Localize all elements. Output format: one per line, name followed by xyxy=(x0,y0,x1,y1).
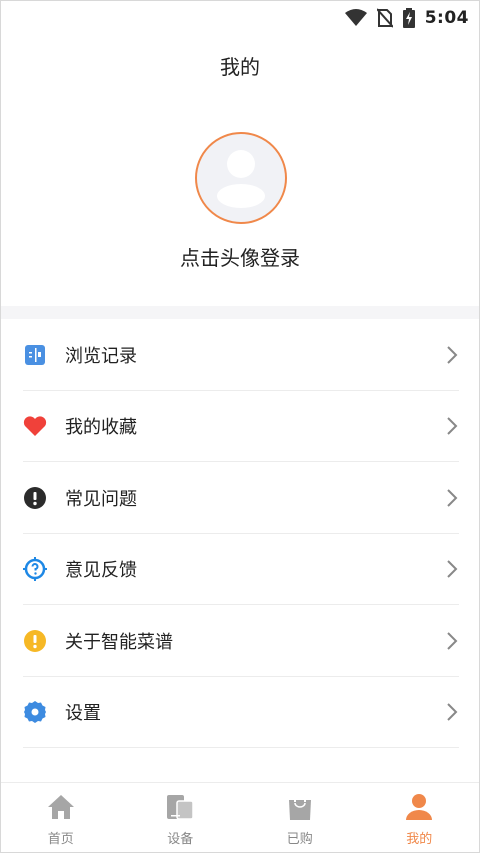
chevron-right-icon xyxy=(447,346,458,364)
menu-item-label: 关于智能菜谱 xyxy=(65,631,173,653)
tab-devices[interactable]: 设备 xyxy=(121,783,241,852)
shopping-bag-icon xyxy=(288,793,311,820)
page-title: 我的 xyxy=(220,55,260,79)
history-icon xyxy=(23,343,47,367)
tab-label: 已购 xyxy=(286,832,313,847)
tab-mine[interactable]: 我的 xyxy=(360,783,480,852)
menu-list: 浏览记录 我的收藏 常见问题 意见反馈 关于智能菜谱 设置 xyxy=(1,319,479,748)
no-sim-icon xyxy=(376,8,393,28)
chevron-right-icon xyxy=(447,703,458,721)
exclamation-icon xyxy=(23,486,47,510)
menu-item-label: 浏览记录 xyxy=(65,345,137,367)
tab-label: 首页 xyxy=(47,832,74,847)
person-icon xyxy=(406,794,433,820)
chevron-right-icon xyxy=(447,560,458,578)
section-divider xyxy=(1,306,479,319)
menu-item-about[interactable]: 关于智能菜谱 xyxy=(1,605,479,677)
chevron-right-icon xyxy=(447,489,458,507)
heart-icon xyxy=(23,414,47,438)
menu-item-label: 设置 xyxy=(65,703,101,725)
login-prompt[interactable]: 点击头像登录 xyxy=(1,242,479,271)
status-bar: 5:04 xyxy=(1,1,479,35)
tab-home[interactable]: 首页 xyxy=(1,783,121,852)
menu-item-label: 我的收藏 xyxy=(65,417,137,439)
menu-item-label: 意见反馈 xyxy=(65,560,137,582)
menu-item-history[interactable]: 浏览记录 xyxy=(1,319,479,391)
menu-item-favorites[interactable]: 我的收藏 xyxy=(1,391,479,463)
device-icon xyxy=(167,795,194,820)
status-time: 5:04 xyxy=(424,8,469,28)
chevron-right-icon xyxy=(447,632,458,650)
default-avatar-icon xyxy=(217,150,265,208)
menu-item-faq[interactable]: 常见问题 xyxy=(1,462,479,534)
gear-icon xyxy=(23,700,47,724)
tab-label: 我的 xyxy=(406,832,433,847)
tab-label: 设备 xyxy=(167,832,194,847)
tab-purchased[interactable]: 已购 xyxy=(240,783,360,852)
battery-charging-icon xyxy=(402,8,415,28)
bottom-tab-bar: 首页 设备 已购 我的 xyxy=(1,782,479,852)
feedback-icon xyxy=(23,557,47,582)
chevron-right-icon xyxy=(447,417,458,435)
menu-item-feedback[interactable]: 意见反馈 xyxy=(1,534,479,606)
menu-item-label: 常见问题 xyxy=(65,488,137,510)
wifi-icon xyxy=(344,9,367,27)
avatar[interactable] xyxy=(195,132,287,224)
menu-item-settings[interactable]: 设置 xyxy=(1,677,479,749)
home-icon xyxy=(47,795,74,819)
info-icon xyxy=(23,629,47,653)
